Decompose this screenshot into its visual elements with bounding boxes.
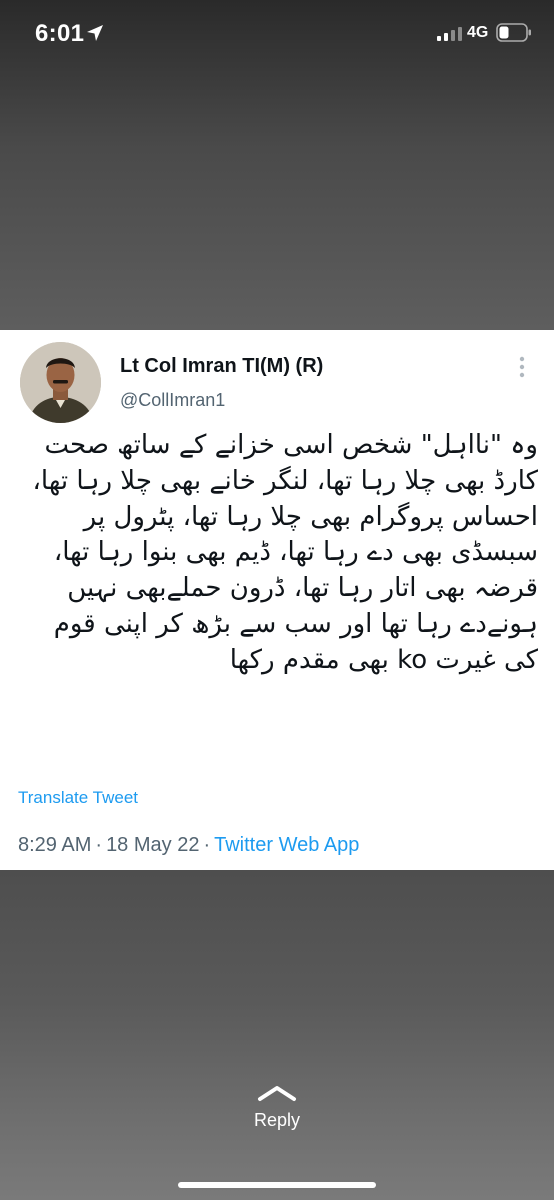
tweet-source-link[interactable]: Twitter Web App: [214, 834, 359, 856]
network-type: 4G: [467, 24, 489, 41]
more-options-icon[interactable]: [512, 354, 532, 380]
user-handle[interactable]: @CollImran1: [120, 390, 225, 411]
reply-button[interactable]: Reply: [0, 1110, 554, 1131]
tweet-date: 18 May 22: [106, 834, 200, 856]
status-bar: 6:01 4G: [0, 0, 554, 66]
avatar[interactable]: [20, 342, 101, 423]
status-time: 6:01: [35, 20, 85, 47]
tweet-card[interactable]: Lt Col Imran TI(M) (R) @CollImran1 وہ "ن…: [0, 330, 554, 870]
separator: ·: [203, 834, 211, 856]
chevron-up-icon[interactable]: [257, 1083, 297, 1103]
location-arrow-icon: [87, 25, 103, 41]
translate-tweet-link[interactable]: Translate Tweet: [18, 788, 138, 808]
background-bottom: [0, 870, 554, 1200]
tweet-metadata: 8:29 AM · 18 May 22 · Twitter Web App: [18, 834, 359, 857]
separator: ·: [95, 834, 103, 856]
display-name[interactable]: Lt Col Imran TI(M) (R): [120, 355, 323, 378]
tweet-text: وہ "نااہل" شخص اسی خزانے کے ساتھ صحت کار…: [32, 430, 538, 675]
battery-icon: [496, 23, 531, 42]
profile-photo-icon: [20, 342, 101, 423]
cellular-signal-icon: [437, 27, 462, 41]
tweet-time: 8:29 AM: [18, 834, 92, 856]
home-indicator[interactable]: [178, 1182, 376, 1188]
